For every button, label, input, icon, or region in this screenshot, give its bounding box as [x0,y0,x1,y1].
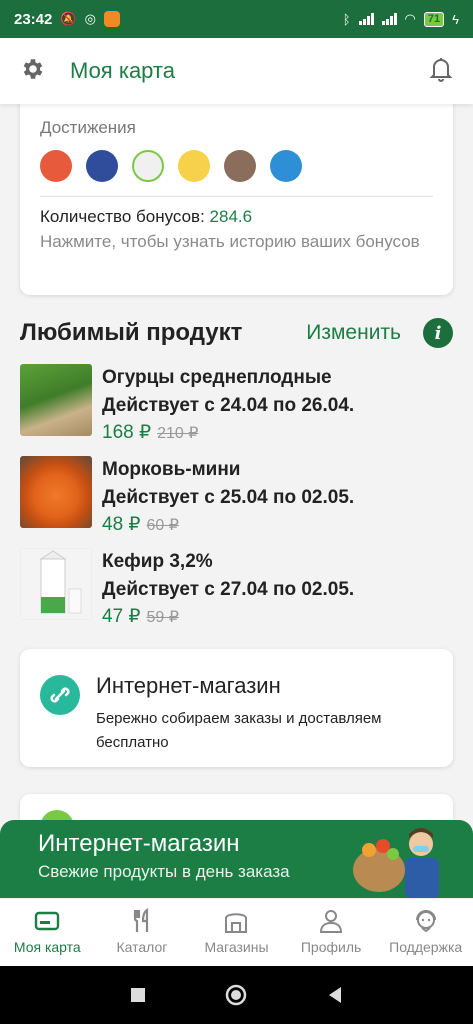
product-dates: Действует с 24.04 по 26.04. [102,395,355,416]
system-nav-bar [0,966,473,1024]
list-item[interactable]: Огурцы среднеплодные Действует с 24.04 п… [20,364,453,444]
page-title: Моя карта [70,58,175,83]
badge-cashier-icon[interactable] [178,150,210,182]
status-bar: 23:42 🔕 ◎ ᛒ ◠ 71 ϟ [0,0,473,38]
product-image-cucumber [20,364,92,436]
product-image-carrot [20,456,92,528]
bonus-value: 284.6 [209,207,253,226]
list-item[interactable]: Кефир 3,2% Действует с 27.04 по 02.05. 4… [20,548,453,628]
favorite-product-header: Любимый продукт Изменить i [20,318,453,348]
product-price-new: 47 ₽ [102,606,141,627]
battery-icon: 71 [423,11,445,27]
badge-runner-icon[interactable] [270,150,302,182]
product-name: Огурцы среднеплодные [102,367,332,388]
achievements-row [40,150,433,182]
product-dates: Действует с 27.04 по 02.05. [102,579,355,600]
bluetooth-icon: ᛒ [342,11,351,27]
product-price-old: 59 ₽ [146,609,179,626]
courier-illustration-icon [353,828,439,898]
nav-label: Поддержка [389,939,463,955]
online-shop-subtitle: Бережно собираем заказы и доставляем бес… [96,710,382,751]
nav-profile[interactable]: Профиль [284,899,379,966]
badge-chef-icon[interactable] [132,150,164,182]
achievements-label: Достижения [40,118,136,137]
app-notification-icon [103,11,120,27]
card-icon [35,911,60,931]
whatsapp-icon: ◎ [84,11,96,26]
bottom-nav: Моя карта Каталог Магазины Профиль Подде… [0,898,473,966]
bell-icon[interactable] [429,56,453,87]
online-shop-title: Интернет-магазин [96,673,281,698]
support-icon [415,910,436,933]
badge-doctor-icon[interactable] [40,150,72,182]
nav-my-card[interactable]: Моя карта [0,899,95,966]
list-item[interactable]: Морковь-мини Действует с 25.04 по 02.05.… [20,456,453,536]
product-price-old: 210 ₽ [157,425,199,442]
charging-icon: ϟ [452,11,459,27]
nav-label: Моя карта [13,939,81,955]
favorite-product-title: Любимый продукт [20,319,243,346]
link-icon [40,675,80,715]
nav-stores[interactable]: Магазины [189,899,284,966]
badge-vendor-icon[interactable] [224,150,256,182]
info-glyph: i [434,322,442,344]
nav-label: Профиль [300,939,362,955]
mute-icon: 🔕 [60,11,77,26]
store-icon [225,913,248,933]
product-dates: Действует с 25.04 по 02.05. [102,487,355,508]
nav-catalog[interactable]: Каталог [95,899,190,966]
info-icon[interactable]: i [423,318,453,348]
home-icon[interactable] [225,984,247,1006]
nav-support[interactable]: Поддержка [378,899,473,966]
product-name: Кефир 3,2% [102,551,213,572]
signal-icon-2 [381,13,397,25]
product-price-new: 168 ₽ [102,422,152,443]
bonus-history-hint[interactable]: Нажмите, чтобы узнать историю ваших бону… [40,231,433,253]
app-header: Моя карта [0,38,473,104]
wifi-icon: ◠ [404,11,416,26]
cutlery-icon [133,907,148,932]
main-content[interactable]: Достижения Количество бонусов: 284.6 Наж… [0,104,473,894]
product-name: Морковь-мини [102,459,241,480]
product-price-old: 60 ₽ [146,517,179,534]
nav-label: Магазины [204,939,269,955]
back-icon[interactable] [327,986,343,1004]
online-shop-card[interactable]: Интернет-магазин Бережно собираем заказы… [20,649,453,767]
bonus-label: Количество бонусов: [40,207,210,226]
change-favorite-button[interactable]: Изменить [306,321,401,345]
status-time: 23:42 [14,10,53,28]
signal-icon [358,13,374,25]
kefir-carton-icon [39,550,82,614]
nav-label: Каталог [116,939,168,955]
badge-cat-icon[interactable] [86,150,118,182]
recents-icon[interactable] [130,987,146,1003]
achievements-card[interactable]: Достижения Количество бонусов: 284.6 Наж… [20,104,453,295]
gear-icon[interactable] [20,56,46,87]
product-price-new: 48 ₽ [102,514,141,535]
bonus-count[interactable]: Количество бонусов: 284.6 [40,207,433,227]
divider [40,196,433,197]
promo-banner[interactable]: Интернет-магазин Свежие продукты в день … [0,820,473,898]
profile-icon [320,910,343,933]
product-image-kefir [20,548,92,620]
